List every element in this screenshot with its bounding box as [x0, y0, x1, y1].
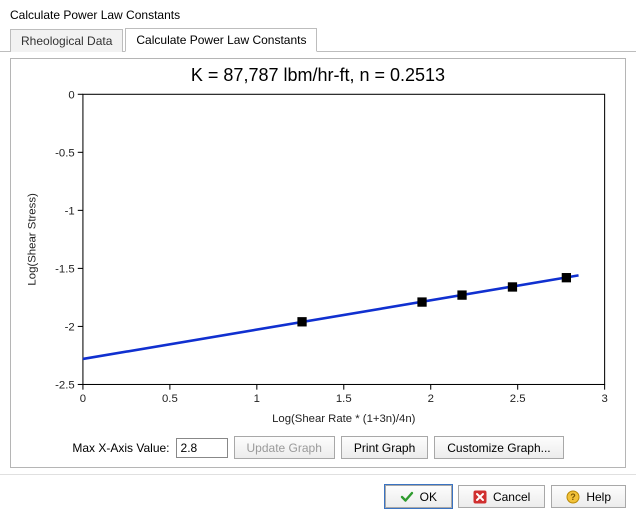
chart-series	[83, 274, 579, 359]
cancel-label: Cancel	[493, 490, 530, 504]
svg-text:-1.5: -1.5	[55, 264, 75, 276]
chart-svg: 0 0.5 1 1.5 2 2.5 3 -2.5 -2 -1.5 -1 -0.5 0 Log(Shear …	[19, 86, 617, 428]
max-x-input[interactable]	[176, 438, 228, 458]
svg-text:1: 1	[254, 393, 260, 405]
svg-text:-1: -1	[65, 205, 75, 217]
dialog-footer: OK Cancel ? Help	[0, 474, 636, 518]
chart-frame: K = 87,787 lbm/hr-ft, n = 0.2513 0 0.5 1 1.…	[10, 58, 626, 468]
svg-text:-0.5: -0.5	[55, 147, 75, 159]
svg-text:0: 0	[80, 393, 86, 405]
plot-area: 0 0.5 1 1.5 2 2.5 3 -2.5 -2 -1.5 -1 -0.5 0 Log(Shear …	[19, 86, 617, 428]
print-graph-button[interactable]: Print Graph	[341, 436, 428, 459]
svg-text:-2: -2	[65, 322, 75, 334]
ok-button[interactable]: OK	[385, 485, 452, 508]
max-x-label: Max X-Axis Value:	[72, 441, 169, 455]
chart-controls: Max X-Axis Value: Update Graph Print Gra…	[11, 428, 625, 467]
svg-text:0.5: 0.5	[162, 393, 178, 405]
svg-text:2: 2	[428, 393, 434, 405]
ok-label: OK	[420, 490, 437, 504]
help-button[interactable]: ? Help	[551, 485, 626, 508]
check-icon	[400, 490, 414, 504]
svg-text:Log(Shear Stress): Log(Shear Stress)	[27, 193, 39, 286]
tab-calculate-power-law-constants[interactable]: Calculate Power Law Constants	[125, 28, 317, 52]
svg-text:2.5: 2.5	[510, 393, 526, 405]
close-icon	[473, 490, 487, 504]
svg-text:3: 3	[601, 393, 607, 405]
svg-text:Log(Shear Rate * (1+3n)/4n): Log(Shear Rate * (1+3n)/4n)	[272, 413, 416, 425]
tab-panel: K = 87,787 lbm/hr-ft, n = 0.2513 0 0.5 1 1.…	[0, 52, 636, 474]
svg-text:1.5: 1.5	[336, 393, 352, 405]
cancel-button[interactable]: Cancel	[458, 485, 545, 508]
chart-axes: 0 0.5 1 1.5 2 2.5 3 -2.5 -2 -1.5 -1 -0.5 0 Log(Shear …	[27, 89, 608, 424]
svg-text:-2.5: -2.5	[55, 380, 75, 392]
window: Calculate Power Law Constants Rheologica…	[0, 0, 636, 518]
svg-text:?: ?	[571, 492, 577, 502]
tabstrip: Rheological Data Calculate Power Law Con…	[0, 28, 636, 52]
window-title: Calculate Power Law Constants	[0, 0, 636, 28]
tab-rheological-data[interactable]: Rheological Data	[10, 29, 123, 52]
update-graph-button[interactable]: Update Graph	[234, 436, 335, 459]
help-label: Help	[586, 490, 611, 504]
svg-text:0: 0	[68, 89, 74, 101]
chart-title: K = 87,787 lbm/hr-ft, n = 0.2513	[11, 59, 625, 86]
customize-graph-button[interactable]: Customize Graph...	[434, 436, 563, 459]
help-icon: ?	[566, 490, 580, 504]
